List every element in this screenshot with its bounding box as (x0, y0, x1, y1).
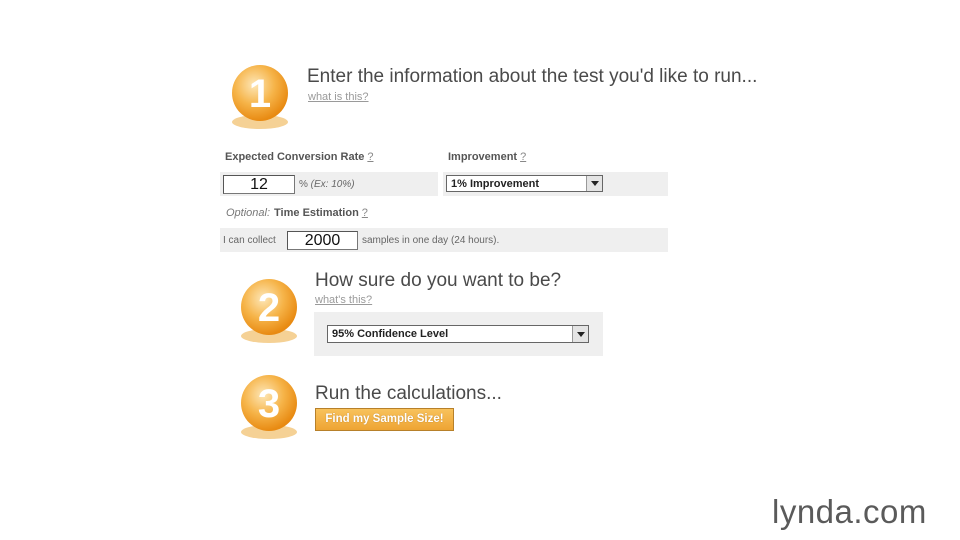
step-3-number: 3 (258, 382, 280, 426)
chevron-down-icon[interactable] (572, 326, 588, 342)
confidence-select[interactable]: 95% Confidence Level (327, 325, 589, 343)
time-estimation-label-text: Time Estimation (274, 207, 359, 219)
conversion-hint-example: (Ex: 10%) (310, 179, 355, 190)
step-3-title: Run the calculations... (315, 383, 502, 404)
lynda-logo: lynda.com (772, 493, 927, 530)
conversion-rate-label-text: Expected Conversion Rate (225, 151, 365, 163)
step-2-help-link[interactable]: what's this? (315, 294, 372, 306)
step-1-help-link[interactable]: what is this? (308, 91, 369, 103)
step-3-badge: 3 (237, 372, 301, 442)
find-sample-size-button[interactable]: Find my Sample Size! (315, 408, 454, 431)
conversion-hint: % (Ex: 10%) (299, 179, 355, 190)
chevron-down-icon[interactable] (586, 176, 602, 191)
conversion-rate-input[interactable] (223, 175, 295, 194)
improvement-select-value: 1% Improvement (451, 178, 540, 190)
improvement-select[interactable]: 1% Improvement (446, 175, 603, 192)
collect-prefix-text: I can collect (223, 235, 276, 246)
confidence-select-value: 95% Confidence Level (332, 328, 449, 340)
conversion-rate-label: Expected Conversion Rate? (225, 151, 374, 163)
conversion-hint-unit: % (299, 179, 311, 190)
improvement-label: Improvement? (448, 151, 526, 163)
conversion-rate-help[interactable]: ? (367, 151, 373, 163)
step-1-number: 1 (249, 72, 271, 116)
step-2-title: How sure do you want to be? (315, 270, 562, 291)
improvement-help[interactable]: ? (520, 151, 526, 163)
time-estimation-help[interactable]: ? (362, 207, 368, 219)
time-estimation-label: Optional: Time Estimation? (226, 207, 368, 219)
step-2-badge: 2 (237, 276, 301, 346)
step-2-number: 2 (258, 286, 280, 330)
improvement-label-text: Improvement (448, 151, 518, 163)
step-1-badge: 1 (228, 62, 292, 132)
samples-per-day-input[interactable] (287, 231, 358, 250)
step-1-title: Enter the information about the test you… (307, 66, 758, 87)
collect-suffix-text: samples in one day (24 hours). (362, 235, 500, 246)
optional-prefix: Optional: (226, 207, 271, 219)
